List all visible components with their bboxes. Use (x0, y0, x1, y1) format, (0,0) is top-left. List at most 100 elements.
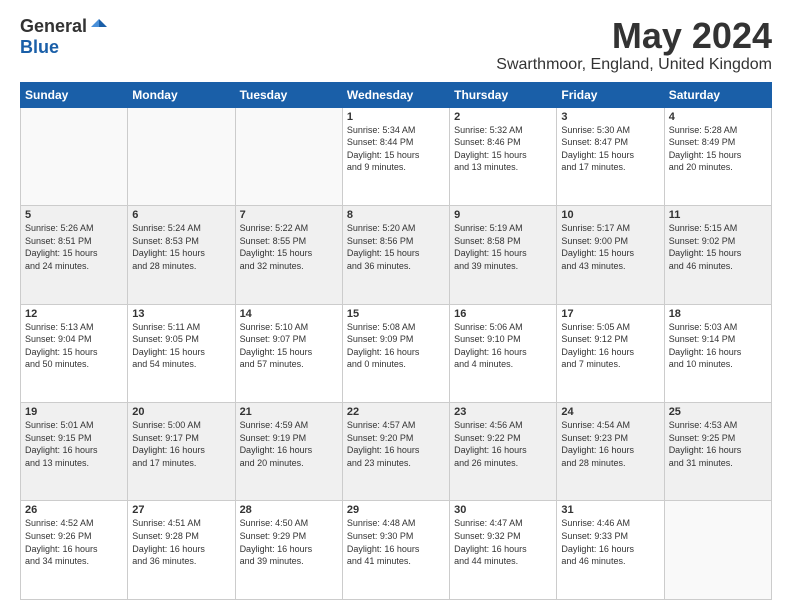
calendar-header-row: Sunday Monday Tuesday Wednesday Thursday… (21, 82, 772, 107)
table-row: 10Sunrise: 5:17 AM Sunset: 9:00 PM Dayli… (557, 206, 664, 304)
day-number: 7 (240, 209, 338, 221)
table-row: 27Sunrise: 4:51 AM Sunset: 9:28 PM Dayli… (128, 501, 235, 600)
day-number: 4 (669, 111, 767, 123)
header-sunday: Sunday (21, 82, 128, 107)
table-row: 5Sunrise: 5:26 AM Sunset: 8:51 PM Daylig… (21, 206, 128, 304)
table-row: 14Sunrise: 5:10 AM Sunset: 9:07 PM Dayli… (235, 304, 342, 402)
table-row: 11Sunrise: 5:15 AM Sunset: 9:02 PM Dayli… (664, 206, 771, 304)
day-number: 27 (132, 504, 230, 516)
table-row: 30Sunrise: 4:47 AM Sunset: 9:32 PM Dayli… (450, 501, 557, 600)
day-number: 11 (669, 209, 767, 221)
day-info: Sunrise: 4:59 AM Sunset: 9:19 PM Dayligh… (240, 419, 338, 469)
table-row: 21Sunrise: 4:59 AM Sunset: 9:19 PM Dayli… (235, 403, 342, 501)
table-row: 12Sunrise: 5:13 AM Sunset: 9:04 PM Dayli… (21, 304, 128, 402)
day-info: Sunrise: 4:57 AM Sunset: 9:20 PM Dayligh… (347, 419, 445, 469)
header-thursday: Thursday (450, 82, 557, 107)
day-info: Sunrise: 5:03 AM Sunset: 9:14 PM Dayligh… (669, 321, 767, 371)
table-row: 24Sunrise: 4:54 AM Sunset: 9:23 PM Dayli… (557, 403, 664, 501)
header-tuesday: Tuesday (235, 82, 342, 107)
table-row: 25Sunrise: 4:53 AM Sunset: 9:25 PM Dayli… (664, 403, 771, 501)
day-info: Sunrise: 5:22 AM Sunset: 8:55 PM Dayligh… (240, 222, 338, 272)
calendar-week-row: 26Sunrise: 4:52 AM Sunset: 9:26 PM Dayli… (21, 501, 772, 600)
table-row: 29Sunrise: 4:48 AM Sunset: 9:30 PM Dayli… (342, 501, 449, 600)
table-row: 6Sunrise: 5:24 AM Sunset: 8:53 PM Daylig… (128, 206, 235, 304)
day-info: Sunrise: 5:28 AM Sunset: 8:49 PM Dayligh… (669, 124, 767, 174)
day-info: Sunrise: 4:56 AM Sunset: 9:22 PM Dayligh… (454, 419, 552, 469)
day-info: Sunrise: 4:50 AM Sunset: 9:29 PM Dayligh… (240, 517, 338, 567)
day-info: Sunrise: 5:05 AM Sunset: 9:12 PM Dayligh… (561, 321, 659, 371)
day-number: 10 (561, 209, 659, 221)
table-row: 9Sunrise: 5:19 AM Sunset: 8:58 PM Daylig… (450, 206, 557, 304)
day-number: 30 (454, 504, 552, 516)
day-number: 21 (240, 406, 338, 418)
table-row: 28Sunrise: 4:50 AM Sunset: 9:29 PM Dayli… (235, 501, 342, 600)
logo-blue-text: Blue (20, 37, 59, 57)
table-row (235, 107, 342, 205)
day-number: 8 (347, 209, 445, 221)
day-info: Sunrise: 4:47 AM Sunset: 9:32 PM Dayligh… (454, 517, 552, 567)
day-info: Sunrise: 5:13 AM Sunset: 9:04 PM Dayligh… (25, 321, 123, 371)
day-number: 14 (240, 308, 338, 320)
logo: General Blue (20, 16, 109, 58)
location-title: Swarthmoor, England, United Kingdom (496, 56, 772, 74)
day-info: Sunrise: 4:54 AM Sunset: 9:23 PM Dayligh… (561, 419, 659, 469)
day-info: Sunrise: 5:32 AM Sunset: 8:46 PM Dayligh… (454, 124, 552, 174)
day-info: Sunrise: 4:48 AM Sunset: 9:30 PM Dayligh… (347, 517, 445, 567)
calendar-week-row: 12Sunrise: 5:13 AM Sunset: 9:04 PM Dayli… (21, 304, 772, 402)
table-row: 2Sunrise: 5:32 AM Sunset: 8:46 PM Daylig… (450, 107, 557, 205)
day-info: Sunrise: 5:08 AM Sunset: 9:09 PM Dayligh… (347, 321, 445, 371)
header-wednesday: Wednesday (342, 82, 449, 107)
day-info: Sunrise: 4:51 AM Sunset: 9:28 PM Dayligh… (132, 517, 230, 567)
day-number: 3 (561, 111, 659, 123)
day-number: 28 (240, 504, 338, 516)
day-number: 22 (347, 406, 445, 418)
header-monday: Monday (128, 82, 235, 107)
day-number: 12 (25, 308, 123, 320)
day-number: 26 (25, 504, 123, 516)
table-row: 17Sunrise: 5:05 AM Sunset: 9:12 PM Dayli… (557, 304, 664, 402)
day-info: Sunrise: 5:01 AM Sunset: 9:15 PM Dayligh… (25, 419, 123, 469)
table-row: 20Sunrise: 5:00 AM Sunset: 9:17 PM Dayli… (128, 403, 235, 501)
month-title: May 2024 (496, 16, 772, 56)
day-info: Sunrise: 5:00 AM Sunset: 9:17 PM Dayligh… (132, 419, 230, 469)
day-info: Sunrise: 5:15 AM Sunset: 9:02 PM Dayligh… (669, 222, 767, 272)
day-info: Sunrise: 5:20 AM Sunset: 8:56 PM Dayligh… (347, 222, 445, 272)
day-number: 1 (347, 111, 445, 123)
day-number: 18 (669, 308, 767, 320)
day-info: Sunrise: 5:11 AM Sunset: 9:05 PM Dayligh… (132, 321, 230, 371)
table-row: 22Sunrise: 4:57 AM Sunset: 9:20 PM Dayli… (342, 403, 449, 501)
day-info: Sunrise: 4:46 AM Sunset: 9:33 PM Dayligh… (561, 517, 659, 567)
day-info: Sunrise: 5:34 AM Sunset: 8:44 PM Dayligh… (347, 124, 445, 174)
page: General Blue May 2024 Swarthmoor, Englan… (0, 0, 792, 612)
day-number: 16 (454, 308, 552, 320)
day-info: Sunrise: 5:10 AM Sunset: 9:07 PM Dayligh… (240, 321, 338, 371)
header-saturday: Saturday (664, 82, 771, 107)
table-row (664, 501, 771, 600)
table-row: 19Sunrise: 5:01 AM Sunset: 9:15 PM Dayli… (21, 403, 128, 501)
table-row: 7Sunrise: 5:22 AM Sunset: 8:55 PM Daylig… (235, 206, 342, 304)
table-row: 31Sunrise: 4:46 AM Sunset: 9:33 PM Dayli… (557, 501, 664, 600)
day-number: 5 (25, 209, 123, 221)
calendar-week-row: 1Sunrise: 5:34 AM Sunset: 8:44 PM Daylig… (21, 107, 772, 205)
day-number: 15 (347, 308, 445, 320)
day-number: 19 (25, 406, 123, 418)
day-number: 24 (561, 406, 659, 418)
day-info: Sunrise: 5:06 AM Sunset: 9:10 PM Dayligh… (454, 321, 552, 371)
day-number: 17 (561, 308, 659, 320)
table-row: 18Sunrise: 5:03 AM Sunset: 9:14 PM Dayli… (664, 304, 771, 402)
day-info: Sunrise: 5:19 AM Sunset: 8:58 PM Dayligh… (454, 222, 552, 272)
table-row: 4Sunrise: 5:28 AM Sunset: 8:49 PM Daylig… (664, 107, 771, 205)
day-number: 13 (132, 308, 230, 320)
day-info: Sunrise: 4:53 AM Sunset: 9:25 PM Dayligh… (669, 419, 767, 469)
day-info: Sunrise: 5:17 AM Sunset: 9:00 PM Dayligh… (561, 222, 659, 272)
calendar-table: Sunday Monday Tuesday Wednesday Thursday… (20, 82, 772, 600)
day-number: 6 (132, 209, 230, 221)
calendar-week-row: 19Sunrise: 5:01 AM Sunset: 9:15 PM Dayli… (21, 403, 772, 501)
day-info: Sunrise: 5:26 AM Sunset: 8:51 PM Dayligh… (25, 222, 123, 272)
table-row (128, 107, 235, 205)
day-info: Sunrise: 5:24 AM Sunset: 8:53 PM Dayligh… (132, 222, 230, 272)
table-row: 13Sunrise: 5:11 AM Sunset: 9:05 PM Dayli… (128, 304, 235, 402)
table-row (21, 107, 128, 205)
table-row: 26Sunrise: 4:52 AM Sunset: 9:26 PM Dayli… (21, 501, 128, 600)
logo-icon (89, 17, 109, 37)
